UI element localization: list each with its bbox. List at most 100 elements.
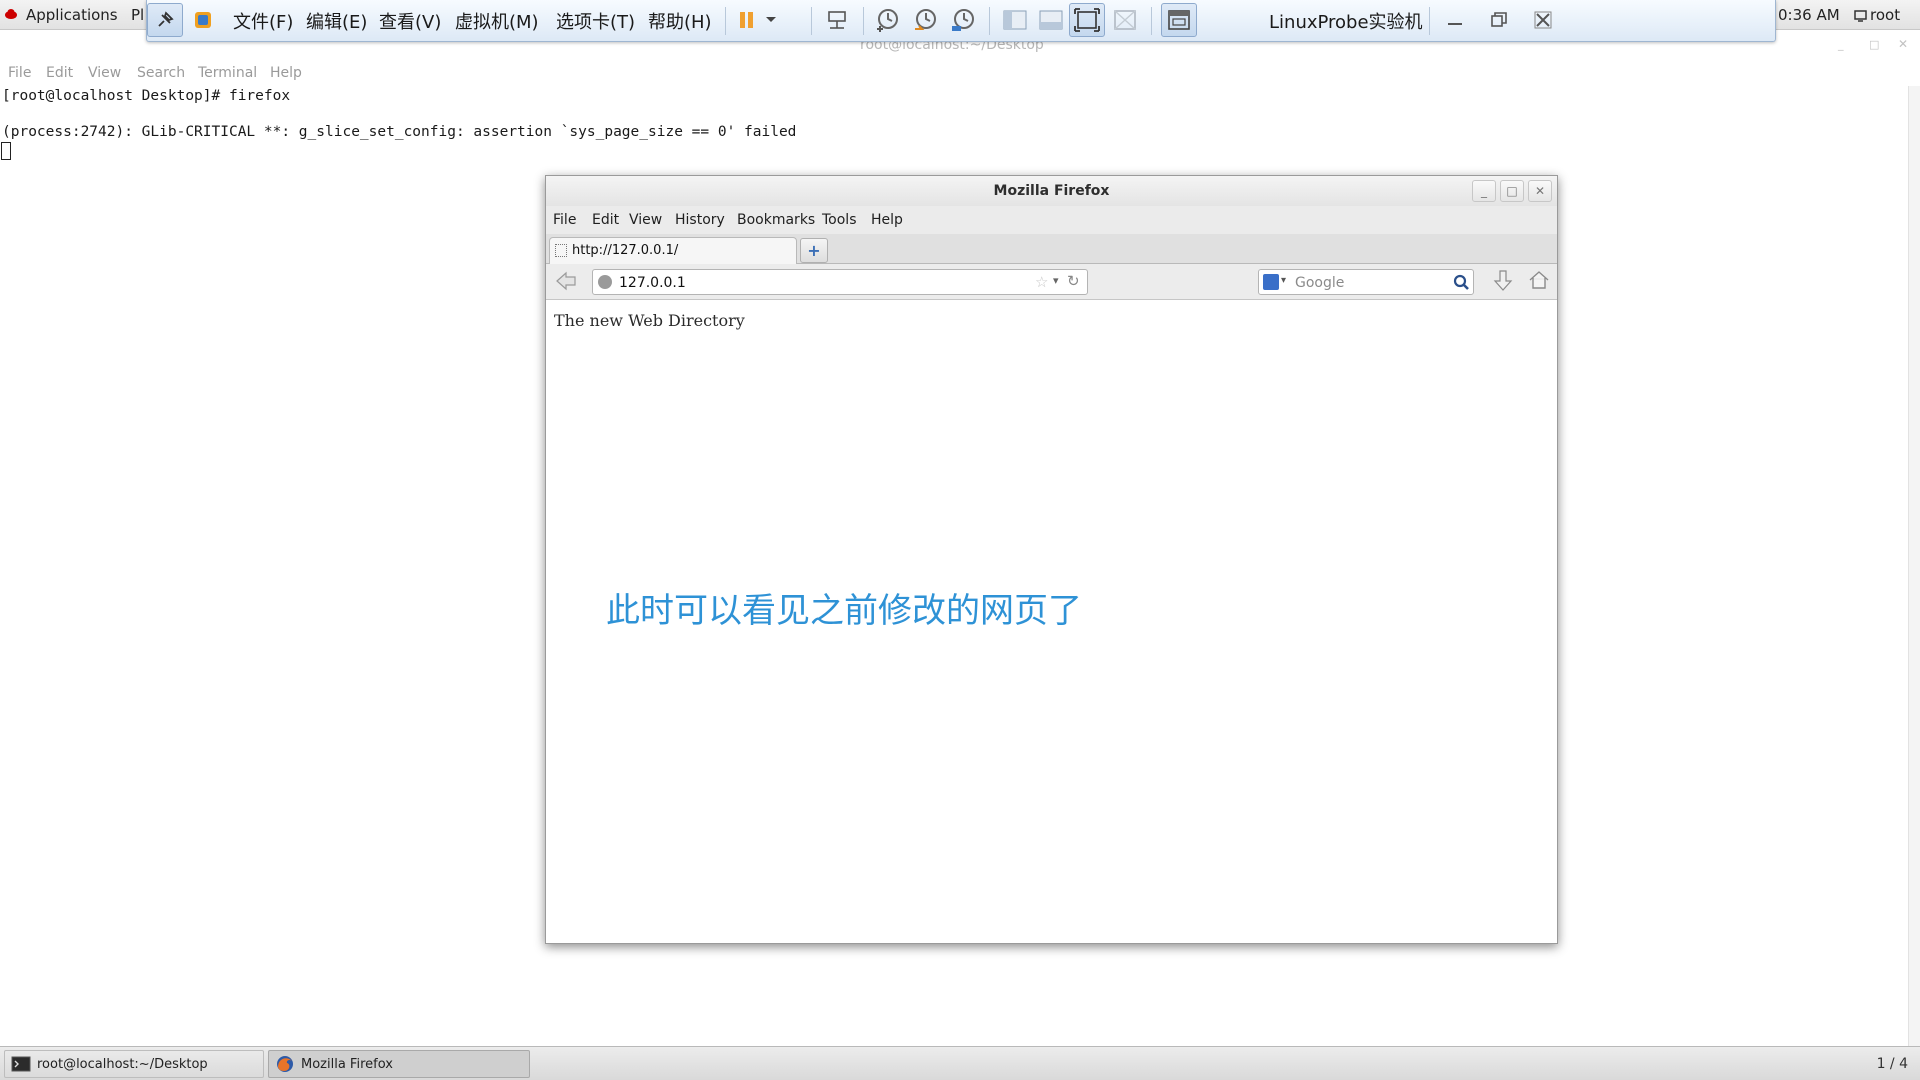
chevron-down-icon (766, 17, 776, 22)
chevron-down-icon[interactable]: ▾ (1281, 275, 1286, 286)
vmware-home-button[interactable] (185, 3, 221, 37)
terminal-menu-edit[interactable]: Edit (46, 65, 73, 81)
terminal-menu-terminal[interactable]: Terminal (198, 65, 257, 81)
url-bar[interactable]: 127.0.0.1 ☆ ▾ ↻ (592, 269, 1088, 295)
menu-bookmarks[interactable]: Bookmarks (737, 212, 815, 228)
vm-title: LinuxProbe实验机 (1269, 12, 1423, 33)
snapshot-clock-icon (877, 9, 898, 32)
search-placeholder: Google (1295, 275, 1345, 291)
terminal-menu-help[interactable]: Help (270, 65, 302, 81)
redhat-logo-icon (4, 7, 18, 25)
terminal-menu-file[interactable]: File (8, 65, 31, 81)
firefox-icon (277, 1056, 293, 1072)
page-favicon-icon (555, 244, 567, 257)
menu-history[interactable]: History (675, 212, 725, 228)
clock[interactable]: 0:36 AM (1778, 6, 1840, 24)
menu-help[interactable]: Help (871, 212, 903, 228)
console-view-button[interactable] (1161, 3, 1197, 37)
vm-menu-vm[interactable]: 虚拟机(M) (455, 8, 539, 34)
terminal-icon (11, 1056, 31, 1072)
vm-restore-button[interactable] (1481, 3, 1517, 37)
firefox-titlebar[interactable]: Mozilla Firefox _ □ ✕ (546, 176, 1557, 206)
back-button[interactable] (554, 270, 580, 294)
downloads-button[interactable] (1492, 269, 1516, 295)
terminal-line: (process:2742): GLib-CRITICAL **: g_slic… (2, 124, 797, 140)
taskbar-item-terminal[interactable]: root@localhost:~/Desktop (4, 1050, 264, 1078)
menu-edit[interactable]: Edit (592, 212, 619, 228)
fullscreen-icon (1074, 8, 1100, 32)
send-ctrl-alt-del-button[interactable] (819, 3, 855, 37)
snapshot-manager-icon (952, 9, 974, 31)
search-icon[interactable] (1453, 274, 1470, 291)
places-menu[interactable]: Pl (131, 6, 144, 24)
minimize-icon (1448, 23, 1462, 25)
toolbar-separator (811, 7, 812, 35)
vm-minimize-button[interactable] (1437, 3, 1473, 37)
toolbar-separator (1429, 7, 1430, 35)
applications-menu[interactable]: Applications (26, 6, 118, 24)
terminal-scrollbar[interactable] (1908, 86, 1920, 1046)
firefox-minimize-button[interactable]: _ (1472, 180, 1496, 202)
maximize-icon: □ (1506, 184, 1518, 198)
firefox-window-title: Mozilla Firefox (993, 183, 1110, 199)
taskbar: root@localhost:~/Desktop Mozilla Firefox… (0, 1046, 1920, 1080)
firefox-maximize-button[interactable]: □ (1500, 180, 1524, 202)
history-dropdown-icon[interactable]: ▾ (1053, 274, 1059, 287)
terminal-maximize-icon[interactable]: □ (1869, 38, 1879, 51)
taskbar-item-firefox[interactable]: Mozilla Firefox (268, 1050, 530, 1078)
console-window-icon (1168, 10, 1190, 30)
snapshot-manager-button[interactable] (945, 3, 981, 37)
vm-menu-help[interactable]: 帮助(H) (648, 8, 712, 34)
firefox-navbar: 127.0.0.1 ☆ ▾ ↻ ▾ Google (546, 264, 1557, 300)
pause-button[interactable] (729, 3, 765, 37)
back-arrow-icon (556, 271, 576, 291)
toolbar-separator (725, 7, 726, 35)
menu-view[interactable]: View (629, 212, 662, 228)
close-icon (1534, 11, 1552, 29)
bookmark-star-icon[interactable]: ☆ (1035, 273, 1048, 291)
terminal-menu-view[interactable]: View (88, 65, 121, 81)
revert-snapshot-button[interactable] (907, 3, 943, 37)
annotation-caption: 此时可以看见之前修改的网页了 (606, 591, 1082, 631)
terminal-cursor (1, 142, 11, 160)
vm-close-button[interactable] (1525, 3, 1561, 37)
unity-button[interactable] (1107, 3, 1143, 37)
menu-tools[interactable]: Tools (822, 212, 857, 228)
search-engine-icon[interactable] (1263, 274, 1279, 290)
snapshot-button[interactable] (869, 3, 905, 37)
tab-127-0-0-1[interactable]: http://127.0.0.1/ (549, 237, 797, 264)
pin-button[interactable] (147, 3, 183, 37)
terminal-minimize-icon[interactable]: _ (1838, 38, 1844, 51)
revert-clock-icon (915, 9, 936, 30)
globe-icon (598, 275, 612, 289)
vm-menu-file[interactable]: 文件(F) (233, 8, 293, 34)
vm-menu-edit[interactable]: 编辑(E) (306, 8, 367, 34)
minimize-icon: _ (1481, 184, 1487, 198)
show-thumbnail-button[interactable] (1033, 3, 1069, 37)
restore-icon (1491, 12, 1507, 27)
terminal-menu-search[interactable]: Search (137, 65, 185, 81)
vm-menu-view[interactable]: 查看(V) (379, 8, 441, 34)
terminal-menubar: File Edit View Search Terminal Help (0, 62, 1910, 86)
power-dropdown-button[interactable] (761, 3, 781, 37)
firefox-window: Mozilla Firefox _ □ ✕ File Edit View His… (545, 175, 1558, 944)
show-library-button[interactable] (997, 3, 1033, 37)
search-box[interactable]: ▾ Google (1258, 269, 1474, 295)
fullscreen-button[interactable] (1069, 3, 1105, 37)
menu-file[interactable]: File (553, 212, 576, 228)
reload-icon[interactable]: ↻ (1067, 272, 1080, 290)
vmware-logo-icon (195, 12, 211, 28)
vm-toolbar: 文件(F) 编辑(E) 查看(V) 虚拟机(M) 选项卡(T) 帮助(H) Li… (146, 0, 1776, 42)
close-icon: ✕ (1534, 184, 1546, 198)
terminal-line: [root@localhost Desktop]# firefox (2, 88, 291, 104)
page-content: The new Web Directory 此时可以看见之前修改的网页了 (546, 301, 1557, 943)
home-button[interactable] (1528, 269, 1552, 295)
vm-menu-tabs[interactable]: 选项卡(T) (556, 8, 635, 34)
url-text[interactable]: 127.0.0.1 (619, 275, 686, 291)
workspace-indicator[interactable]: 1 / 4 (1877, 1056, 1908, 1072)
new-tab-button[interactable]: + (800, 238, 828, 263)
user-menu[interactable]: root (1870, 6, 1900, 24)
firefox-close-button[interactable]: ✕ (1528, 180, 1552, 202)
toolbar-separator (863, 7, 864, 35)
terminal-close-icon[interactable]: ✕ (1898, 37, 1908, 51)
